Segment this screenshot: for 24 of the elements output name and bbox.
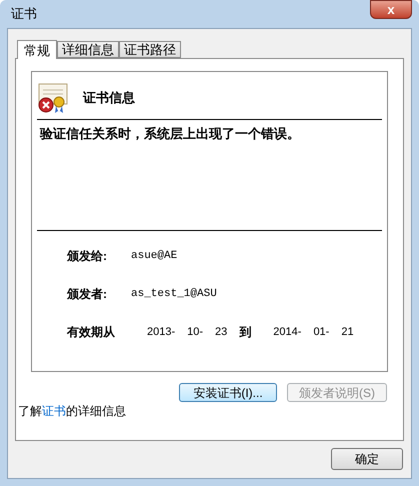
to-label: 到: [239, 324, 252, 341]
dialog-button[interactable]: 安装证书(I)...: [179, 383, 277, 402]
field-value: asue@AE: [131, 248, 178, 264]
error-message: 验证信任关系时，系统层上出现了一个错误。: [38, 125, 301, 143]
date-part: 2014-: [273, 324, 302, 340]
date-part: 01-: [313, 324, 330, 340]
date-part: 21: [341, 324, 354, 340]
date-part: 2013-: [147, 324, 176, 340]
ok-button[interactable]: 确定: [331, 448, 403, 470]
field-value: as_test_1@ASU: [131, 286, 217, 302]
info-text: 了解证书的详细信息: [18, 403, 127, 420]
tab[interactable]: 证书路径: [119, 41, 181, 58]
tab[interactable]: 详细信息: [57, 41, 119, 58]
field-label: 颁发给:: [67, 248, 108, 265]
tab[interactable]: 常规: [17, 40, 57, 59]
field-label: 颁发者:: [67, 286, 108, 303]
date-part: 10-: [187, 324, 204, 340]
date-part: 23: [215, 324, 228, 340]
close-button[interactable]: x: [370, 0, 412, 18]
validity-label: 有效期从: [67, 324, 116, 341]
certificate-link[interactable]: 证书: [42, 404, 66, 418]
window-title: 证书: [10, 5, 37, 24]
section-heading: 证书信息: [83, 89, 135, 108]
certificate-error-icon: [37, 82, 69, 114]
